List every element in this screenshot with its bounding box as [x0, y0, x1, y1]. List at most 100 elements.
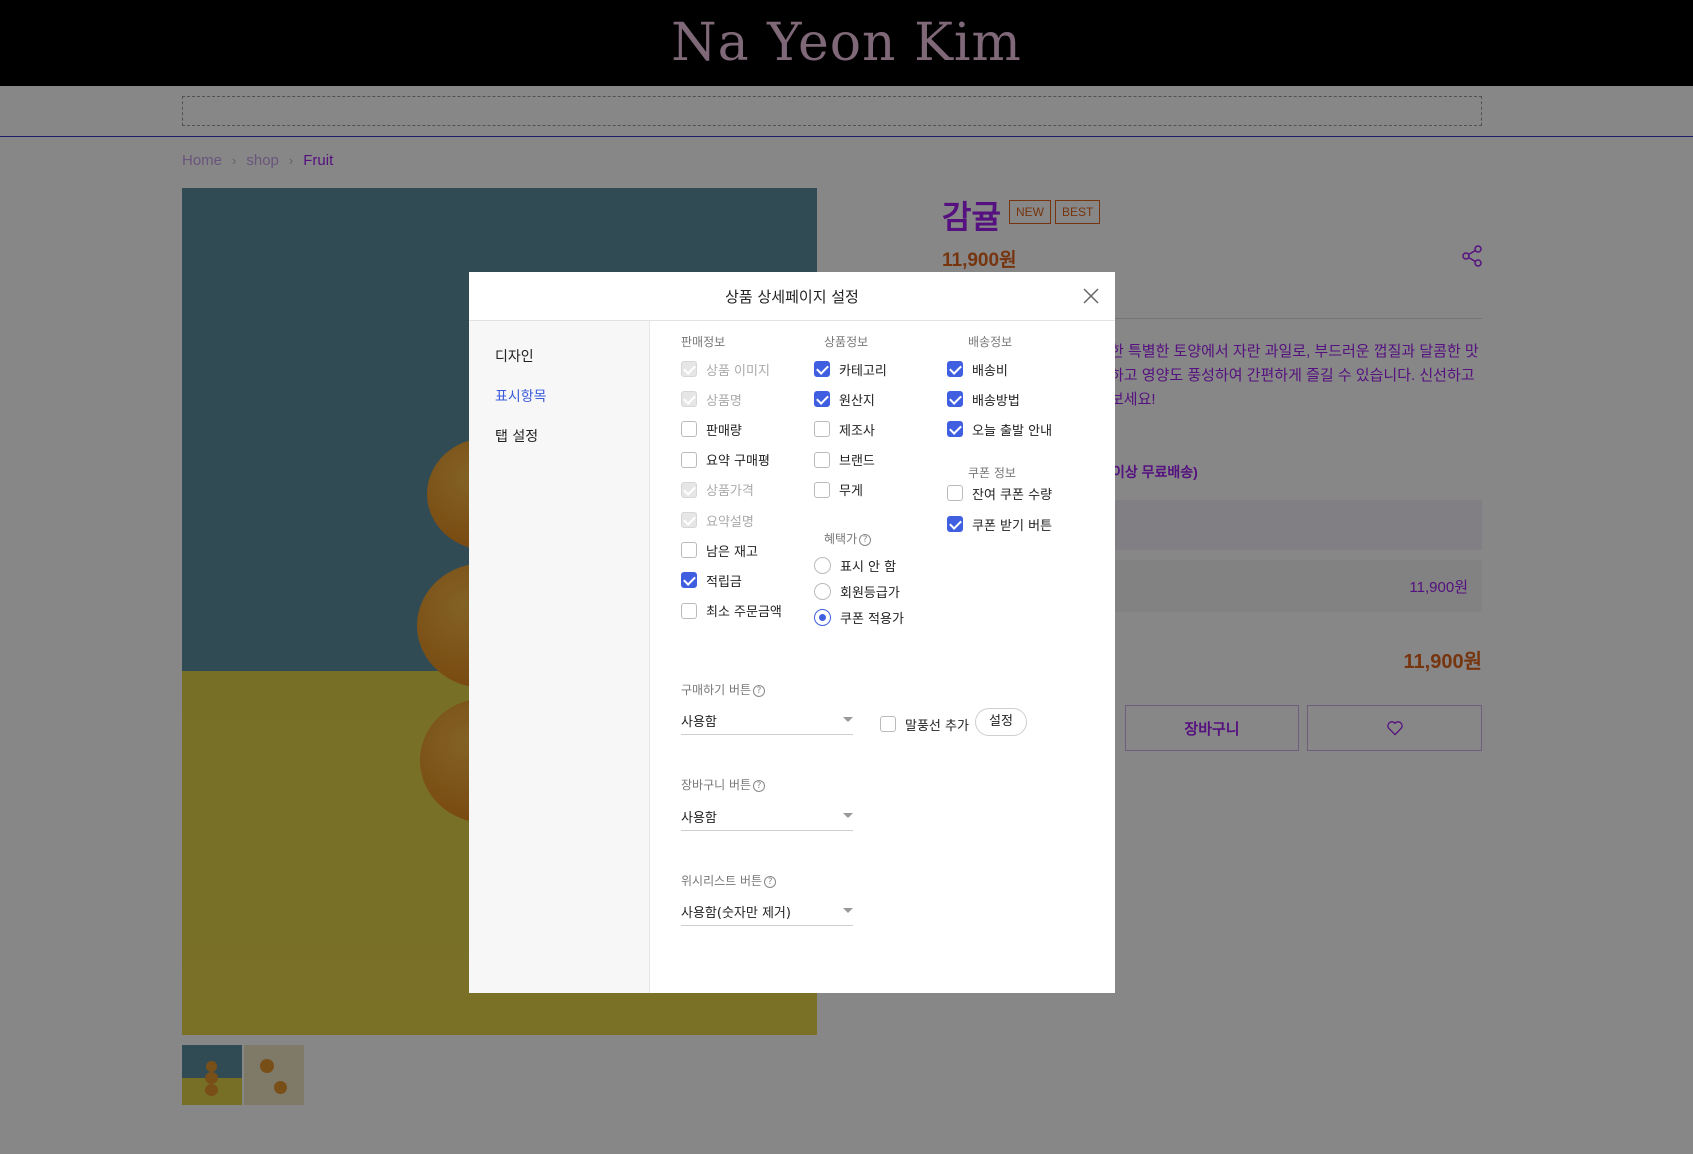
buy-button-value: 사용함: [681, 715, 717, 730]
checkbox-checked-icon: [681, 512, 697, 528]
benefit-price-option-label: 표시 안 함: [840, 559, 897, 575]
checkbox-checked-icon: [814, 361, 830, 377]
checkbox-icon: [947, 485, 963, 501]
coupon-info-label: 쿠폰 받기 버튼: [972, 518, 1053, 534]
coupon-info-checkbox-1[interactable]: 쿠폰 받기 버튼: [947, 514, 1052, 534]
cart-button-select[interactable]: 사용함: [681, 801, 853, 831]
sidebar-item-design[interactable]: 디자인: [495, 346, 534, 366]
checkbox-checked-icon: [681, 481, 697, 498]
product-info-label: 브랜드: [839, 454, 875, 470]
buy-button-select[interactable]: 사용함: [681, 705, 853, 735]
cart-button-header: 장바구니 버튼?: [681, 776, 766, 793]
shipping-info-checkbox-2[interactable]: 오늘 출발 안내: [947, 419, 1052, 439]
sales-info-checkbox-2[interactable]: 판매량: [681, 419, 742, 439]
sales-info-checkbox-7[interactable]: 적립금: [681, 570, 742, 590]
product-info-label: 무게: [839, 484, 863, 500]
radio-icon: [814, 556, 831, 574]
coupon-info-label: 잔여 쿠폰 수량: [972, 487, 1053, 503]
shipping-info-checkbox-0[interactable]: 배송비: [947, 359, 1008, 379]
cart-button-label: 장바구니 버튼: [681, 778, 752, 792]
checkbox-icon: [814, 421, 830, 438]
bubble-add-label: 말풍선 추가: [905, 718, 969, 734]
benefit-price-option-label: 회원등급가: [840, 585, 900, 601]
sales-info-checkbox-6[interactable]: 남은 재고: [681, 540, 758, 560]
sales-info-header: 판매정보: [681, 335, 726, 349]
caret-down-icon: [843, 717, 853, 722]
shipping-info-header: 배송정보: [968, 335, 1013, 349]
help-icon[interactable]: ?: [753, 779, 766, 792]
product-info-checkbox-2[interactable]: 제조사: [814, 419, 875, 439]
checkbox-checked-icon: [814, 391, 830, 408]
modal-content: 판매정보 상품 이미지상품명판매량요약 구매평상품가격요약설명남은 재고적립금최…: [650, 321, 1115, 993]
shipping-info-checkbox-1[interactable]: 배송방법: [947, 389, 1020, 409]
buy-button-header: 구매하기 버튼?: [681, 681, 766, 698]
product-info-label: 원산지: [839, 393, 875, 409]
shipping-info-label: 배송방법: [972, 393, 1020, 409]
bubble-add-checkbox[interactable]: 말풍선 추가: [880, 714, 969, 734]
cart-button-value: 사용함: [681, 811, 717, 826]
checkbox-icon: [681, 542, 697, 559]
bubble-settings-button[interactable]: 설정: [975, 708, 1027, 736]
product-info-checkbox-1[interactable]: 원산지: [814, 389, 875, 409]
benefit-price-header: 혜택가?: [824, 530, 872, 547]
sales-info-checkbox-4: 상품가격: [681, 480, 754, 500]
sales-info-label: 상품명: [706, 393, 742, 409]
benefit-price-radio-1[interactable]: 회원등급가: [814, 581, 900, 601]
checkbox-checked-icon: [947, 391, 963, 408]
sidebar-item-tab-settings[interactable]: 탭 설정: [495, 426, 538, 446]
wishlist-button-label: 위시리스트 버튼: [681, 874, 763, 888]
sales-info-label: 최소 주문금액: [706, 605, 782, 621]
sales-info-label: 요약설명: [706, 514, 754, 530]
checkbox-icon: [681, 602, 697, 619]
modal-header: 상품 상세페이지 설정: [469, 272, 1115, 321]
benefit-price-radio-0[interactable]: 표시 안 함: [814, 555, 896, 575]
sales-info-checkbox-1: 상품명: [681, 389, 742, 409]
checkbox-checked-icon: [947, 516, 963, 532]
help-icon[interactable]: ?: [859, 533, 872, 546]
shipping-info-label: 오늘 출발 안내: [972, 423, 1053, 439]
product-info-checkbox-3[interactable]: 브랜드: [814, 450, 875, 470]
benefit-price-radio-2[interactable]: 쿠폰 적용가: [814, 607, 904, 627]
product-info-checkbox-0[interactable]: 카테고리: [814, 359, 887, 379]
modal-sidebar: 디자인 표시항목 탭 설정: [469, 321, 650, 993]
checkbox-checked-icon: [947, 361, 963, 377]
sales-info-label: 요약 구매평: [706, 454, 770, 470]
wishlist-button-header: 위시리스트 버튼?: [681, 872, 777, 889]
sales-info-checkbox-8[interactable]: 최소 주문금액: [681, 601, 782, 621]
sales-info-label: 남은 재고: [706, 544, 758, 560]
product-info-label: 카테고리: [839, 363, 887, 379]
checkbox-checked-icon: [681, 572, 697, 589]
buy-button-label: 구매하기 버튼: [681, 683, 752, 697]
sales-info-checkbox-3[interactable]: 요약 구매평: [681, 450, 770, 470]
benefit-price-label: 혜택가: [824, 532, 858, 546]
product-info-checkbox-4[interactable]: 무게: [814, 480, 863, 500]
modal-title: 상품 상세페이지 설정: [725, 287, 859, 306]
caret-down-icon: [843, 908, 853, 913]
checkbox-icon: [814, 451, 830, 468]
checkbox-checked-icon: [681, 391, 697, 408]
product-detail-settings-modal: 상품 상세페이지 설정 디자인 표시항목 탭 설정 판매정보 상품 이미지상품명…: [469, 272, 1115, 993]
product-info-label: 제조사: [839, 423, 875, 439]
sales-info-label: 판매량: [706, 423, 742, 439]
sales-info-checkbox-5: 요약설명: [681, 510, 754, 530]
coupon-info-checkbox-0[interactable]: 잔여 쿠폰 수량: [947, 483, 1052, 503]
sidebar-item-display-items[interactable]: 표시항목: [495, 386, 547, 406]
checkbox-checked-icon: [947, 421, 963, 438]
sales-info-label: 상품 이미지: [706, 363, 770, 379]
sales-info-checkbox-0: 상품 이미지: [681, 359, 770, 379]
benefit-price-option-label: 쿠폰 적용가: [840, 611, 904, 627]
caret-down-icon: [843, 813, 853, 818]
sales-info-label: 상품가격: [706, 484, 754, 500]
wishlist-button-select[interactable]: 사용함(숫자만 제거): [681, 896, 853, 926]
checkbox-icon: [681, 451, 697, 468]
coupon-info-header: 쿠폰 정보: [968, 466, 1016, 480]
checkbox-checked-icon: [681, 361, 697, 377]
help-icon[interactable]: ?: [753, 684, 766, 697]
close-icon[interactable]: [1081, 286, 1101, 306]
checkbox-icon: [814, 481, 830, 498]
wishlist-button-value: 사용함(숫자만 제거): [681, 906, 791, 921]
checkbox-icon: [681, 421, 697, 438]
product-info-header: 상품정보: [824, 335, 869, 349]
shipping-info-label: 배송비: [972, 363, 1008, 379]
help-icon[interactable]: ?: [764, 875, 777, 888]
